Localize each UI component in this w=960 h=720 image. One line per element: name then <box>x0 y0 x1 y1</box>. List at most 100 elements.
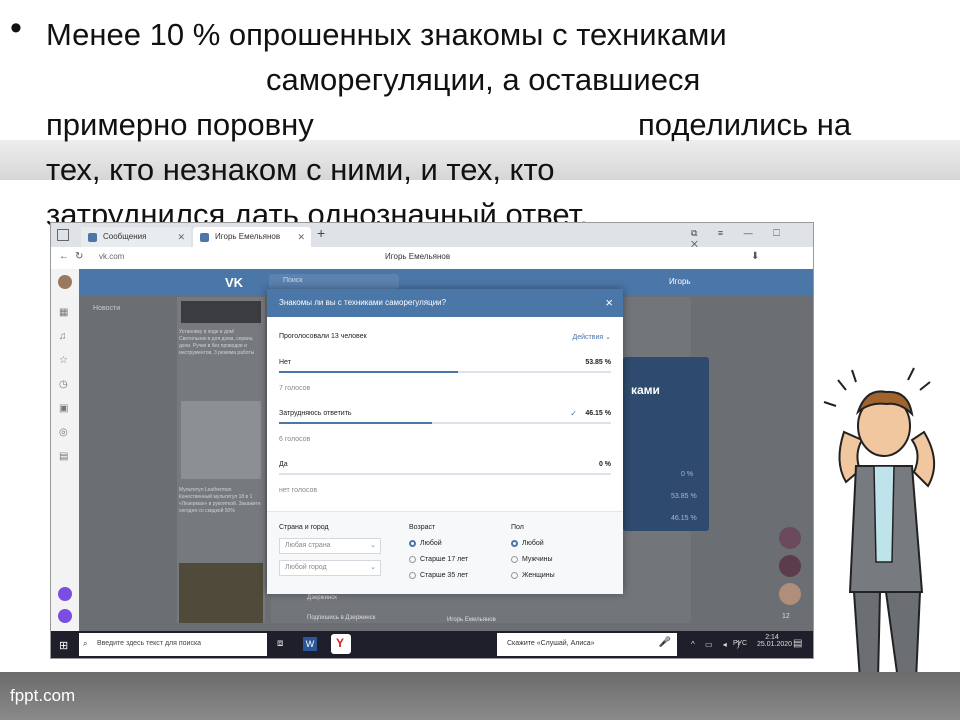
browser-sidebar: ▦ ♫ ☆ ◷ ▣ ◎ ▤ <box>51 269 80 631</box>
alice-icon[interactable] <box>58 587 72 601</box>
address-field[interactable]: vk.com Игорь Емельянов <box>95 251 735 265</box>
yandex-browser-icon[interactable]: Y <box>331 634 351 654</box>
news-link[interactable]: Новости <box>93 305 120 312</box>
city-select[interactable]: Любой город ⌄ <box>279 560 381 576</box>
widget-row-2: 53.85 % <box>671 493 697 500</box>
poll-results-modal: Знакомы ли вы с техниками саморегуляции?… <box>267 289 623 594</box>
chat-avatar-1[interactable] <box>779 527 801 549</box>
slide-line-3b: поделились на <box>638 107 852 142</box>
sex-label: Пол <box>511 524 524 531</box>
tab-messages[interactable]: Сообщения ✕ <box>81 227 191 247</box>
right-arm <box>910 430 935 488</box>
alice-placeholder: Скажите «Слушай, Алиса» <box>507 640 595 647</box>
chevron-down-icon: ⌄ <box>370 542 376 549</box>
taskbar-search-input[interactable]: ⌕ Введите здесь текст для поиска <box>79 633 267 656</box>
modal-header: Знакомы ли вы с техниками саморегуляции?… <box>267 289 623 317</box>
ad-text-1[interactable]: Установку в ходе в дом! Светильник в для… <box>179 329 263 357</box>
assistant-icon[interactable] <box>58 609 72 623</box>
age-option-label: Любой <box>420 540 442 547</box>
search-placeholder: Введите здесь текст для поиска <box>97 640 202 647</box>
option-bar <box>279 371 611 373</box>
radio-icon <box>511 572 518 579</box>
sex-option-label: Мужчины <box>522 556 553 563</box>
post-author-3[interactable]: Игорь Емельянов <box>447 617 496 623</box>
sex-option-label: Любой <box>522 540 544 547</box>
back-icon[interactable]: ← <box>59 251 69 262</box>
slide-line-3a: примерно поровну <box>46 107 314 142</box>
vk-user-name[interactable]: Игорь <box>669 277 691 286</box>
option-percent: 0 % <box>598 461 611 468</box>
word-icon[interactable]: W <box>303 637 317 651</box>
tab-label: Сообщения <box>103 232 147 241</box>
option-percent: 53.85 % <box>585 359 611 366</box>
modal-title: Знакомы ли вы с техниками саморегуляции? <box>279 298 447 307</box>
page-title: Игорь Емельянов <box>385 252 451 261</box>
country-select[interactable]: Любая страна ⌄ <box>279 538 381 554</box>
close-icon[interactable]: × <box>605 289 613 317</box>
browser-addressbar: ← ↻ vk.com Игорь Емельянов ⬇ <box>51 247 813 270</box>
widget-row-1: 0 % <box>681 471 694 478</box>
post-author[interactable]: Дзержинск <box>307 595 337 601</box>
close-icon[interactable]: ✕ <box>177 227 185 247</box>
option-bar-fill <box>279 422 433 424</box>
sidebar-icons[interactable]: ▦ ♫ ☆ ◷ ▣ ◎ ▤ <box>59 301 71 469</box>
option-votes: нет голосов <box>279 487 318 494</box>
clock[interactable]: 2:14 25.01.2020 <box>757 634 793 648</box>
chat-avatar-3[interactable] <box>779 583 801 605</box>
city-placeholder: Любой город <box>285 564 327 571</box>
poll-widget: ками 0 % 53.85 % 46.15 % <box>623 357 709 531</box>
slide-line-1: Менее 10 % опрошенных знакомы с техникам… <box>46 17 727 52</box>
stressed-man-illustration <box>823 367 938 693</box>
actions-menu[interactable]: Действия ⌄ <box>573 333 611 341</box>
notifications-icon[interactable]: ▤ <box>793 638 802 649</box>
filters-panel: Страна и город Любая страна ⌄ Любой горо… <box>267 511 623 594</box>
windows-taskbar: ⊞ ⌕ Введите здесь текст для поиска ⧈ W Y… <box>51 631 813 658</box>
option-bar <box>279 422 611 424</box>
country-label: Страна и город <box>279 524 329 531</box>
ad-image-3[interactable] <box>179 563 263 623</box>
close-icon[interactable]: ✕ <box>297 227 305 247</box>
widget-row-3: 46.15 % <box>671 515 697 522</box>
footer-brand: fppt.com <box>10 686 76 705</box>
tab-label: Игорь Емельянов <box>215 232 281 241</box>
clock-time: 2:14 <box>765 634 779 641</box>
chevron-down-icon: ⌄ <box>370 564 376 571</box>
chat-avatar-2[interactable] <box>779 555 801 577</box>
url-text: vk.com <box>99 252 125 261</box>
refresh-icon[interactable]: ↻ <box>75 251 83 262</box>
windows-start-icon[interactable]: ⊞ <box>59 639 68 652</box>
alice-input[interactable]: Скажите «Слушай, Алиса» 🎤 <box>497 633 677 656</box>
option-label: Нет <box>279 359 291 366</box>
ad-image-1[interactable] <box>181 301 261 323</box>
ads-column: Установку в ходе в дом! Светильник в для… <box>177 297 265 623</box>
tab-overview-icon[interactable] <box>57 229 69 241</box>
search-placeholder: Поиск <box>283 277 303 284</box>
radio-icon <box>409 540 416 547</box>
ad-text-2[interactable]: Мультитул Leatherman Качественный мульти… <box>179 487 263 515</box>
ad-image-2[interactable] <box>181 401 261 479</box>
shirt <box>873 465 895 563</box>
download-icon[interactable]: ⬇ <box>751 251 759 262</box>
new-tab-button[interactable]: + <box>317 225 325 241</box>
sex-option-label: Женщины <box>522 572 555 579</box>
option-votes[interactable]: 7 голосов <box>279 385 310 392</box>
post-author-2[interactable]: Подпишись в Дзержинск <box>307 615 375 621</box>
vk-search-input[interactable]: Поиск <box>269 274 399 289</box>
trousers <box>852 591 922 681</box>
language-indicator[interactable]: РУС <box>733 640 747 647</box>
tab-profile[interactable]: Игорь Емельянов ✕ <box>193 227 311 247</box>
vk-messages-icon <box>88 233 97 242</box>
radio-icon <box>409 572 416 579</box>
vk-logo: VK <box>225 275 244 290</box>
chat-counter: 12 <box>782 613 790 620</box>
task-view-icon[interactable]: ⧈ <box>277 638 283 649</box>
avatar[interactable] <box>58 275 72 289</box>
clock-date: 25.01.2020 <box>757 641 793 648</box>
option-bar-fill <box>279 371 458 373</box>
slide-footer <box>0 672 960 720</box>
radio-icon <box>511 556 518 563</box>
option-label: Затрудняюсь ответить <box>279 410 352 417</box>
option-votes[interactable]: 6 голосов <box>279 436 310 443</box>
bullet: • <box>10 9 22 47</box>
radio-icon <box>409 556 416 563</box>
